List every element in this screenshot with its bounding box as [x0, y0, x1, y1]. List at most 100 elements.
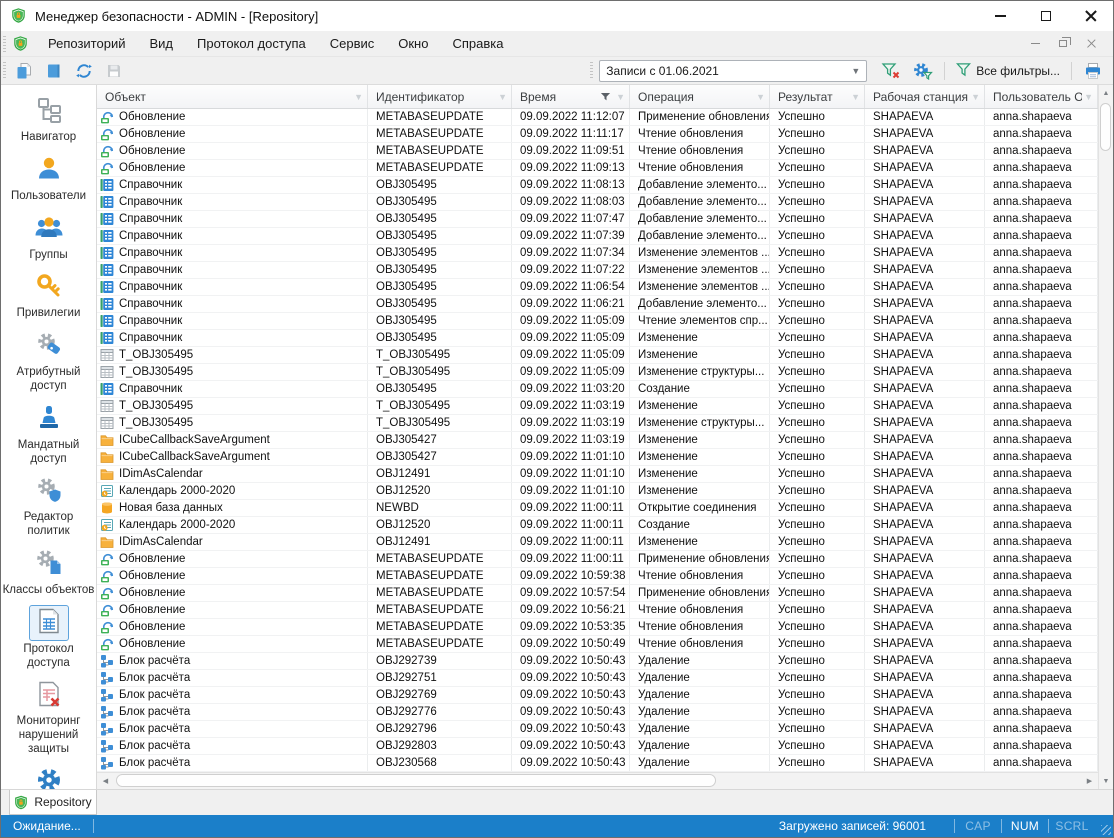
table-row[interactable]: Блок расчёта OBJ292796 09.09.2022 10:50:…: [97, 721, 1098, 738]
table-row[interactable]: Справочник OBJ305495 09.09.2022 11:08:13…: [97, 177, 1098, 194]
vscroll-track[interactable]: [1099, 101, 1113, 773]
sidebar-item-navigator[interactable]: Навигатор: [2, 93, 96, 145]
table-row[interactable]: Блок расчёта OBJ230568 09.09.2022 10:50:…: [97, 755, 1098, 772]
close-button[interactable]: [1068, 1, 1113, 31]
table-row[interactable]: Обновление METABASEUPDATE 09.09.2022 10:…: [97, 636, 1098, 653]
cell-id: OBJ305427: [368, 449, 512, 465]
dropdown-arrow-icon[interactable]: ▼: [851, 92, 860, 102]
resize-grip[interactable]: [1097, 815, 1113, 837]
print-button[interactable]: [1079, 59, 1107, 83]
table-row[interactable]: Блок расчёта OBJ292769 09.09.2022 10:50:…: [97, 687, 1098, 704]
table-row[interactable]: Справочник OBJ305495 09.09.2022 11:03:20…: [97, 381, 1098, 398]
table-row[interactable]: Справочник OBJ305495 09.09.2022 11:07:34…: [97, 245, 1098, 262]
menu-item-3[interactable]: Сервис: [318, 32, 387, 55]
table-row[interactable]: Справочник OBJ305495 09.09.2022 11:06:21…: [97, 296, 1098, 313]
sidebar-item-mandatory-access[interactable]: Мандатный доступ: [2, 401, 96, 467]
horizontal-scrollbar[interactable]: ◀ ▶: [97, 772, 1098, 789]
table-row[interactable]: Блок расчёта OBJ292739 09.09.2022 10:50:…: [97, 653, 1098, 670]
table-row[interactable]: Обновление METABASEUPDATE 09.09.2022 11:…: [97, 126, 1098, 143]
sidebar-item-service[interactable]: Сервис: [2, 764, 96, 789]
table-row[interactable]: Блок расчёта OBJ292751 09.09.2022 10:50:…: [97, 670, 1098, 687]
table-row[interactable]: Блок расчёта OBJ292776 09.09.2022 10:50:…: [97, 704, 1098, 721]
scroll-left-icon[interactable]: ◀: [97, 773, 114, 789]
filter-settings-button[interactable]: [909, 59, 937, 83]
table-row[interactable]: Справочник OBJ305495 09.09.2022 11:07:39…: [97, 228, 1098, 245]
column-header-4[interactable]: Результат ▼: [770, 85, 865, 108]
vscroll-thumb[interactable]: [1100, 103, 1111, 151]
table-row[interactable]: Справочник OBJ305495 09.09.2022 11:07:47…: [97, 211, 1098, 228]
table-row[interactable]: Справочник OBJ305495 09.09.2022 11:07:22…: [97, 262, 1098, 279]
table-row[interactable]: Справочник OBJ305495 09.09.2022 11:05:09…: [97, 330, 1098, 347]
column-header-0[interactable]: Объект ▼: [97, 85, 368, 108]
all-filters-button[interactable]: Все фильтры...: [952, 60, 1064, 82]
scroll-right-icon[interactable]: ▶: [1081, 773, 1098, 789]
hscroll-track[interactable]: [114, 773, 1081, 789]
table-row[interactable]: Обновление METABASEUPDATE 09.09.2022 10:…: [97, 585, 1098, 602]
table-row[interactable]: Обновление METABASEUPDATE 09.09.2022 11:…: [97, 143, 1098, 160]
sidebar-item-policy-editor[interactable]: Редактор политик: [2, 473, 96, 539]
menu-item-4[interactable]: Окно: [386, 32, 440, 55]
table-row[interactable]: Календарь 2000-2020 OBJ12520 09.09.2022 …: [97, 483, 1098, 500]
sidebar-item-attribute-access[interactable]: Атрибутный доступ: [2, 328, 96, 394]
sidebar-item-privileges[interactable]: Привилегии: [2, 269, 96, 321]
table-row[interactable]: Справочник OBJ305495 09.09.2022 11:08:03…: [97, 194, 1098, 211]
table-row[interactable]: ICubeCallbackSaveArgument OBJ305427 09.0…: [97, 432, 1098, 449]
sidebar-item-access-protocol[interactable]: Протокол доступа: [2, 604, 96, 671]
table-row[interactable]: T_OBJ305495 T_OBJ305495 09.09.2022 11:03…: [97, 415, 1098, 432]
menu-item-5[interactable]: Справка: [440, 32, 515, 55]
sidebar-item-users[interactable]: Пользователи: [2, 152, 96, 204]
table-row[interactable]: IDimAsCalendar OBJ12491 09.09.2022 11:01…: [97, 466, 1098, 483]
open-button[interactable]: [40, 59, 68, 83]
table-row[interactable]: T_OBJ305495 T_OBJ305495 09.09.2022 11:05…: [97, 364, 1098, 381]
table-row[interactable]: Обновление METABASEUPDATE 09.09.2022 10:…: [97, 568, 1098, 585]
table-row[interactable]: T_OBJ305495 T_OBJ305495 09.09.2022 11:03…: [97, 398, 1098, 415]
table-row[interactable]: Обновление METABASEUPDATE 09.09.2022 11:…: [97, 160, 1098, 177]
minimize-button[interactable]: [978, 1, 1023, 31]
dropdown-arrow-icon[interactable]: ▼: [971, 92, 980, 102]
active-filter-icon[interactable]: [600, 91, 611, 102]
column-header-1[interactable]: Идентификатор ▼: [368, 85, 512, 108]
refresh-button[interactable]: [70, 59, 98, 83]
sidebar-item-monitoring[interactable]: Мониторинг нарушений защиты: [2, 677, 96, 756]
column-header-3[interactable]: Операция ▼: [630, 85, 770, 108]
menu-item-1[interactable]: Вид: [137, 32, 185, 55]
table-row[interactable]: Новая база данных NEWBD 09.09.2022 11:00…: [97, 500, 1098, 517]
save-button[interactable]: [100, 59, 128, 83]
column-header-5[interactable]: Рабочая станция ▼: [865, 85, 985, 108]
table-row[interactable]: Блок расчёта OBJ292803 09.09.2022 10:50:…: [97, 738, 1098, 755]
table-row[interactable]: T_OBJ305495 T_OBJ305495 09.09.2022 11:05…: [97, 347, 1098, 364]
hscroll-thumb[interactable]: [116, 774, 716, 787]
records-filter-combobox[interactable]: Записи с 01.06.2021 ▼: [599, 59, 868, 82]
table-row[interactable]: Обновление METABASEUPDATE 09.09.2022 11:…: [97, 109, 1098, 126]
tab-repository[interactable]: Repository: [9, 790, 97, 815]
table-row[interactable]: ICubeCallbackSaveArgument OBJ305427 09.0…: [97, 449, 1098, 466]
sidebar-item-object-classes[interactable]: Классы объектов: [2, 546, 96, 598]
mdi-minimize-button[interactable]: [1021, 31, 1049, 56]
vertical-scrollbar[interactable]: ▲ ▼: [1098, 85, 1113, 789]
scroll-up-icon[interactable]: ▲: [1099, 85, 1113, 101]
column-header-2[interactable]: Время ▼: [512, 85, 630, 108]
table-row[interactable]: IDimAsCalendar OBJ12491 09.09.2022 11:00…: [97, 534, 1098, 551]
table-row[interactable]: Обновление METABASEUPDATE 09.09.2022 10:…: [97, 602, 1098, 619]
table-row[interactable]: Справочник OBJ305495 09.09.2022 11:06:54…: [97, 279, 1098, 296]
sidebar-item-groups[interactable]: Группы: [2, 211, 96, 263]
copy-button[interactable]: [10, 59, 38, 83]
table-row[interactable]: Обновление METABASEUPDATE 09.09.2022 11:…: [97, 551, 1098, 568]
chevron-down-icon[interactable]: ▼: [851, 66, 860, 76]
mdi-close-button[interactable]: [1077, 31, 1105, 56]
mdi-restore-button[interactable]: [1049, 31, 1077, 56]
column-header-6[interactable]: Пользователь ОС ▼: [985, 85, 1098, 108]
scroll-down-icon[interactable]: ▼: [1099, 773, 1113, 789]
dropdown-arrow-icon[interactable]: ▼: [756, 92, 765, 102]
menu-item-2[interactable]: Протокол доступа: [185, 32, 318, 55]
menu-item-0[interactable]: Репозиторий: [36, 32, 137, 55]
dropdown-arrow-icon[interactable]: ▼: [498, 92, 507, 102]
dropdown-arrow-icon[interactable]: ▼: [616, 92, 625, 102]
dropdown-arrow-icon[interactable]: ▼: [1084, 92, 1093, 102]
clear-filter-button[interactable]: [877, 59, 905, 83]
dropdown-arrow-icon[interactable]: ▼: [354, 92, 363, 102]
table-row[interactable]: Обновление METABASEUPDATE 09.09.2022 10:…: [97, 619, 1098, 636]
maximize-button[interactable]: [1023, 1, 1068, 31]
table-row[interactable]: Справочник OBJ305495 09.09.2022 11:05:09…: [97, 313, 1098, 330]
table-row[interactable]: Календарь 2000-2020 OBJ12520 09.09.2022 …: [97, 517, 1098, 534]
